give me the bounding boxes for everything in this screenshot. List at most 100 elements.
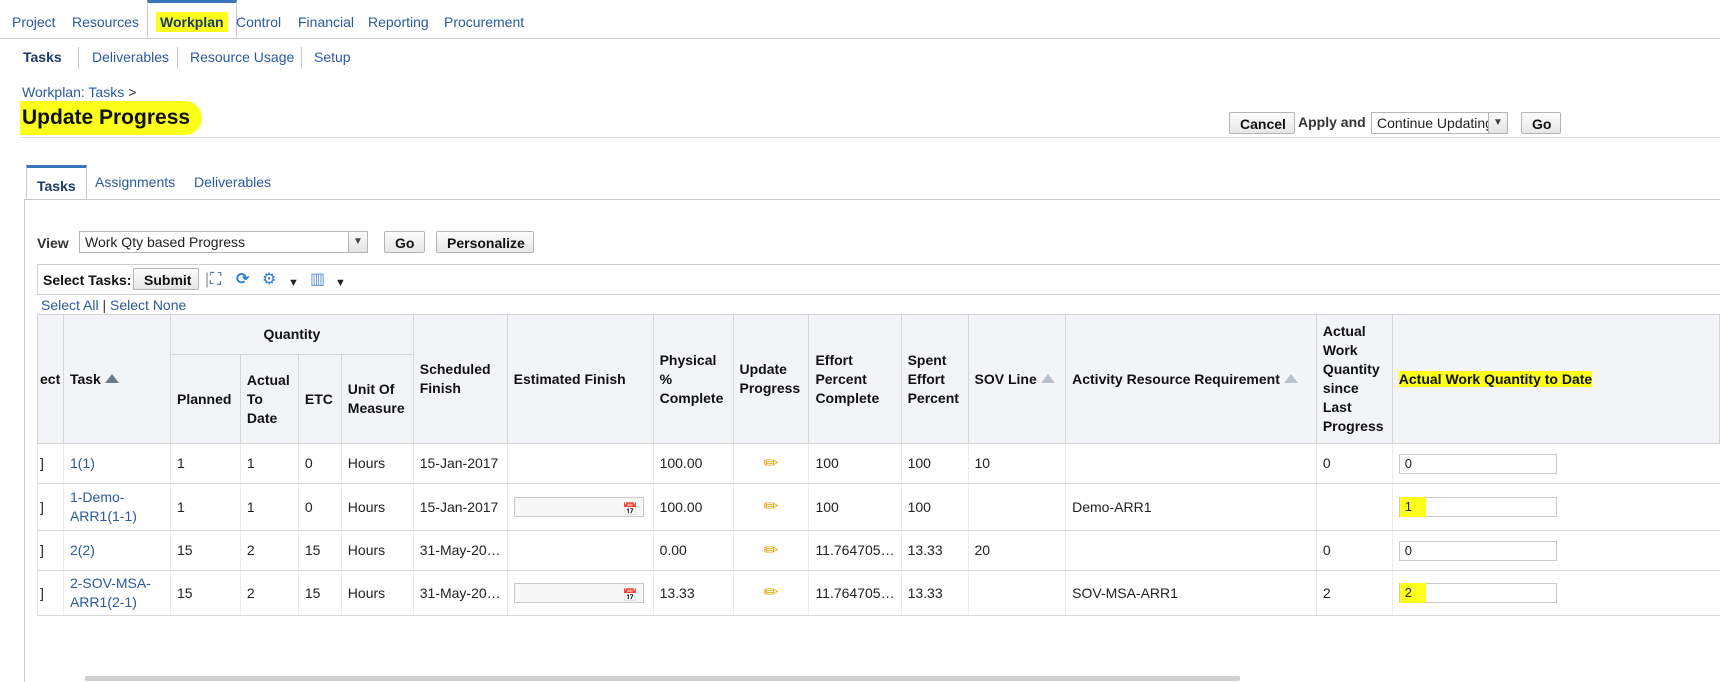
estimated-finish-input[interactable]: 📅 [513, 583, 644, 605]
select-all-link[interactable]: Select All [41, 297, 99, 313]
col-sov-line-header[interactable]: SOV Line [967, 314, 1067, 444]
breadcrumb-separator: > [128, 84, 137, 100]
topnav-resources[interactable]: Resources [72, 0, 139, 38]
col-task-label: Task [69, 370, 101, 387]
planned-cell: 1 [169, 443, 241, 484]
task-link[interactable]: 1(1) [62, 443, 171, 484]
subnav-setup[interactable]: Setup [314, 49, 351, 65]
content-tabs: Tasks Assignments Deliverables [24, 165, 1720, 200]
breadcrumb: Workplan: Tasks > [22, 84, 136, 100]
actual-work-qty-input[interactable]: 1 [1398, 497, 1557, 517]
task-link[interactable]: 1-Demo-ARR1(1-1) [62, 483, 171, 531]
col-task-header[interactable]: Task [62, 314, 171, 444]
table-toolbar: Select Tasks: Submit | ⛶ ⟳ ⚙ ▼ ▥ ▼ [37, 264, 1720, 295]
actual-to-date-cell: 1 [239, 443, 299, 484]
activity-resource-cell [1065, 443, 1317, 484]
subnav-resource-usage[interactable]: Resource Usage [190, 49, 294, 65]
chevron-down-icon: ▼ [1488, 113, 1507, 133]
actual-work-qty-input[interactable]: 0 [1398, 453, 1557, 474]
scheduled-finish-cell: 31-May-20… [412, 570, 508, 616]
col-estimated-finish-header: Estimated Finish [506, 314, 654, 444]
subnav-tasks[interactable]: Tasks [23, 49, 62, 65]
detach-table-icon[interactable]: ⛶ [210, 271, 221, 289]
uom-cell: Hours [340, 443, 414, 484]
submit-button[interactable]: Submit [133, 268, 199, 290]
apply-action-select[interactable]: Continue Updating ▼ [1371, 112, 1508, 134]
view-go-button[interactable]: Go [384, 231, 425, 253]
row-select-cell[interactable]: ] [37, 570, 64, 616]
select-links: Select All | Select None [41, 297, 186, 313]
col-effort-percent-header: Effort Percent Complete [808, 314, 902, 444]
row-select-cell[interactable]: ] [37, 443, 64, 484]
col-sov-line-label: SOV Line [974, 370, 1037, 387]
col-group-quantity: Quantity [169, 314, 414, 355]
personalize-button[interactable]: Personalize [436, 231, 534, 253]
update-progress-cell: ✏ [732, 570, 809, 616]
physical-complete-cell: 13.33 [652, 570, 733, 616]
refresh-icon[interactable]: ⟳ [236, 271, 249, 289]
subnav-divider [78, 47, 79, 69]
tasks-table-body: ] 1(1) 1 1 0 Hours 15-Jan-2017 100.00 ✏ 100 100 10 0… [37, 443, 1720, 616]
sort-icon[interactable] [1283, 373, 1298, 383]
effort-percent-cell: 100 [808, 483, 902, 531]
col-activity-resource-header[interactable]: Activity Resource Requirement [1065, 314, 1317, 444]
tab-deliverables[interactable]: Deliverables [194, 174, 271, 190]
actual-work-qty-value: 0 [1404, 542, 1413, 558]
topnav-financial[interactable]: Financial [298, 0, 354, 38]
chevron-down-icon[interactable]: ▼ [335, 274, 346, 292]
actual-work-qty-cell: 0 [1391, 530, 1720, 571]
topnav-project[interactable]: Project [12, 0, 56, 38]
tab-assignments[interactable]: Assignments [95, 174, 175, 190]
pencil-icon[interactable]: ✏ [763, 453, 778, 473]
table-row: ] 1-Demo-ARR1(1-1) 1 1 0 Hours 15-Jan-2017 📅 100… [37, 483, 1720, 531]
columns-icon[interactable]: ▥ [310, 271, 325, 289]
actual-to-date-cell: 2 [239, 570, 299, 616]
estimated-finish-input[interactable]: 📅 [513, 497, 644, 519]
etc-cell: 0 [297, 443, 342, 484]
sort-ascending-icon[interactable] [104, 373, 119, 383]
topnav-workplan[interactable]: Workplan [147, 0, 237, 38]
calendar-icon[interactable]: 📅 [623, 586, 638, 605]
cancel-button[interactable]: Cancel [1229, 112, 1295, 134]
subnav-deliverables[interactable]: Deliverables [92, 49, 169, 65]
col-uom-header: Unit Of Measure [340, 354, 414, 444]
actual-work-qty-value: 0 [1404, 455, 1413, 471]
topnav-reporting[interactable]: Reporting [368, 0, 429, 38]
scheduled-finish-cell: 15-Jan-2017 [412, 443, 508, 484]
effort-percent-cell: 11.764705… [808, 570, 902, 616]
actual-work-qty-input[interactable]: 2 [1398, 583, 1557, 603]
select-none-link[interactable]: Select None [110, 297, 186, 313]
topnav-procurement[interactable]: Procurement [444, 0, 524, 38]
row-select-cell[interactable]: ] [37, 483, 64, 531]
sort-icon[interactable] [1040, 373, 1055, 383]
view-select-value: Work Qty based Progress [85, 234, 246, 250]
apply-go-button[interactable]: Go [1521, 112, 1561, 134]
task-link[interactable]: 2(2) [62, 530, 171, 571]
actual-work-qty-input[interactable]: 0 [1398, 540, 1557, 561]
breadcrumb-workplan-tasks[interactable]: Workplan: Tasks [22, 84, 124, 100]
actual-to-date-cell: 2 [239, 530, 299, 571]
scheduled-finish-cell: 15-Jan-2017 [412, 483, 508, 531]
view-select[interactable]: Work Qty based Progress ▼ [79, 231, 368, 253]
pencil-icon[interactable]: ✏ [763, 540, 778, 560]
col-planned-header: Planned [169, 354, 241, 444]
pencil-icon[interactable]: ✏ [763, 582, 778, 602]
actual-work-qty-value: 1 [1399, 497, 1426, 517]
spent-effort-cell: 13.33 [900, 530, 968, 571]
subnav-divider [177, 47, 178, 69]
calendar-icon[interactable]: 📅 [623, 500, 638, 519]
sov-line-cell: 10 [967, 443, 1066, 484]
etc-cell: 15 [297, 570, 342, 616]
task-link[interactable]: 2-SOV-MSA-ARR1(2-1) [62, 570, 171, 616]
tab-tasks[interactable]: Tasks [26, 165, 87, 199]
planned-cell: 15 [169, 570, 241, 616]
sov-line-cell [967, 483, 1066, 531]
pencil-icon[interactable]: ✏ [763, 496, 778, 516]
actual-since-last-cell: 0 [1315, 530, 1393, 571]
topnav-control[interactable]: Control [236, 0, 281, 38]
horizontal-scrollbar[interactable] [85, 676, 1240, 681]
row-select-cell[interactable]: ] [37, 530, 64, 571]
chevron-down-icon[interactable]: ▼ [288, 274, 299, 292]
col-actual-to-date-header: Actual To Date [239, 354, 299, 444]
gear-icon[interactable]: ⚙ [262, 271, 276, 289]
